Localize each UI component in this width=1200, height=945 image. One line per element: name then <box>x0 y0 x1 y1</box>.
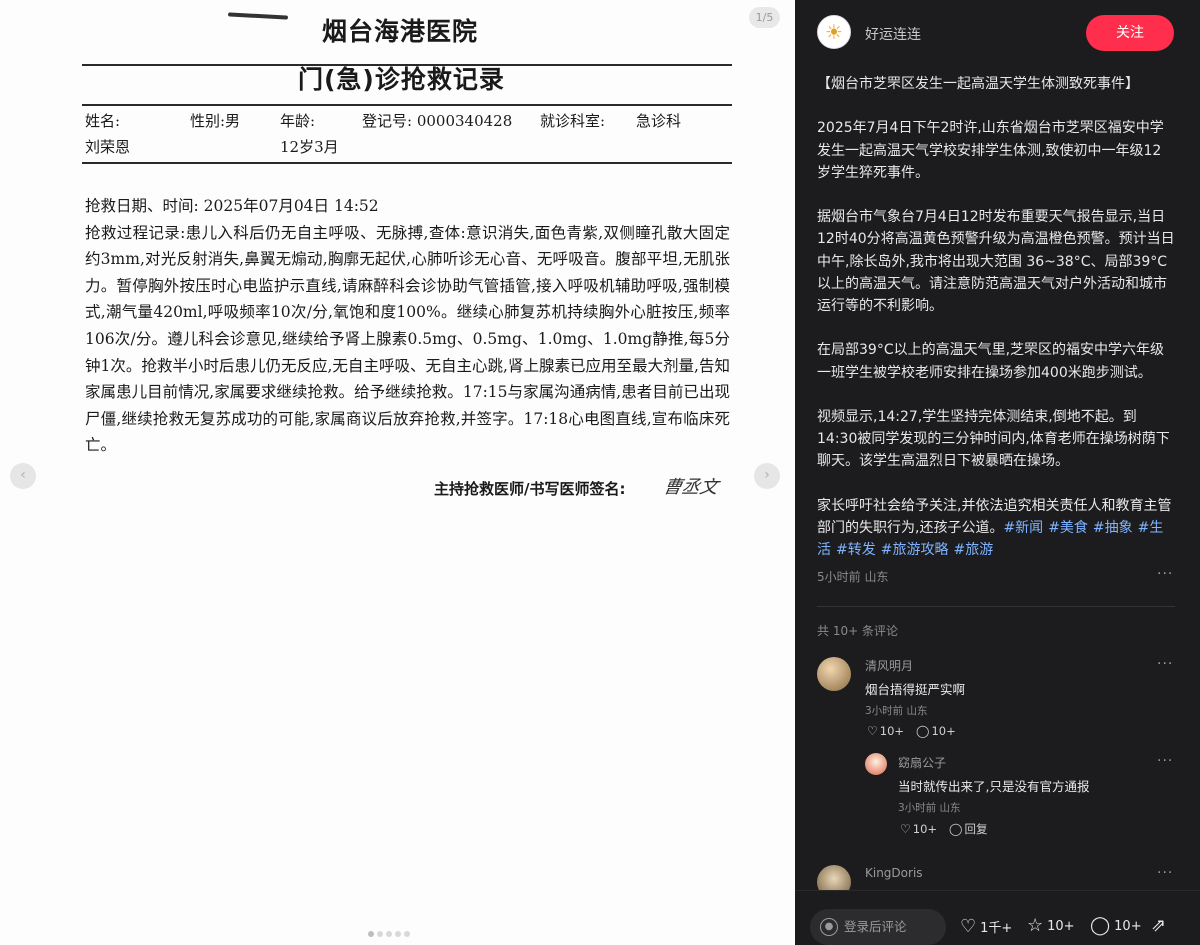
sun-icon: ☀ <box>825 20 843 44</box>
share-button[interactable]: ⇗ <box>1151 917 1166 935</box>
department-value: 急诊科 <box>636 112 682 130</box>
pagination-dot[interactable] <box>386 931 392 937</box>
section-divider <box>817 606 1175 607</box>
comment-placeholder: 登录后评论 <box>844 919 907 934</box>
pagination-dot[interactable] <box>404 931 410 937</box>
post-panel: ☀ 好运连连 关注 【烟台市芝罘区发生一起高温天学生体测致死事件】 2025年7… <box>795 0 1200 945</box>
image-pagination-dots <box>368 931 410 937</box>
user-icon: ● <box>820 918 838 936</box>
chevron-right-icon: › <box>764 467 770 483</box>
hashtag-link[interactable]: #旅游 <box>953 542 993 558</box>
commenter-name[interactable]: 窈扇公子 <box>898 754 946 771</box>
comments-count: 共 10+ 条评论 <box>817 624 898 638</box>
hashtag-link[interactable]: #抽象 <box>1093 520 1133 536</box>
signature-label: 主持抢救医师/书写医师签名: <box>434 480 626 498</box>
like-count: 10+ <box>912 822 938 836</box>
comment-bubble-icon: ◯ <box>949 822 963 836</box>
comment-post-button[interactable]: ◯ 10+ <box>1090 917 1142 935</box>
post-paragraph: 2025年7月4日下午2时许,山东省烟台市芝罘区福安中学发生一起高温天气学校安排… <box>817 120 1164 181</box>
post-favorite-count: 10+ <box>1047 918 1075 934</box>
hashtag-link[interactable]: #新闻 <box>1003 520 1043 536</box>
divider-line <box>82 162 732 164</box>
divider-line <box>82 104 732 106</box>
age-value: 12岁3月 <box>280 138 339 156</box>
heart-icon: ♡ <box>867 724 878 738</box>
hashtag-link[interactable]: #美食 <box>1048 520 1088 536</box>
post-comment-count: 10+ <box>1114 918 1142 934</box>
post-paragraph: 在局部39°C以上的高温天气里,芝罘区的福安中学六年级一班学生被学校老师安排在操… <box>817 342 1165 381</box>
more-options-icon[interactable]: ··· <box>1157 865 1173 881</box>
favorite-post-button[interactable]: ☆ 10+ <box>1027 917 1075 935</box>
commenter-name[interactable]: 清风明月 <box>865 657 913 674</box>
post-meta: 5小时前 山东 <box>817 570 889 584</box>
like-post-button[interactable]: ♡ 1千+ <box>960 917 1012 936</box>
comment-text: 当时就传出来了,只是没有官方通报 <box>898 779 1090 794</box>
pagination-dot[interactable] <box>377 931 383 937</box>
record-process: 抢救过程记录:患儿入科后仍无自主呼吸、无脉搏,查体:意识消失,面色青紫,双侧瞳孔… <box>85 223 730 455</box>
pagination-dot[interactable] <box>395 931 401 937</box>
record-date: 抢救日期、时间: 2025年07月04日 14:52 <box>85 197 379 215</box>
reply-button[interactable]: ◯ 10+ <box>916 724 956 738</box>
reply-count: 10+ <box>931 724 956 738</box>
comment-actions: ♡ 10+ ◯ 回复 <box>900 821 987 837</box>
prev-image-button[interactable]: ‹ <box>10 463 36 489</box>
image-viewer[interactable]: 烟台海港医院 门(急)诊抢救记录 姓名: 性别:男 年龄: 登记号: 00003… <box>0 0 795 945</box>
commenter-avatar[interactable] <box>817 657 851 691</box>
name-label: 姓名: <box>85 112 121 130</box>
commenter-avatar[interactable] <box>865 753 887 775</box>
post-like-count: 1千+ <box>980 921 1013 936</box>
post-paragraph: 【烟台市芝罘区发生一起高温天学生体测致死事件】 <box>817 76 1139 92</box>
chevron-left-icon: ‹ <box>20 467 26 483</box>
star-icon: ☆ <box>1027 915 1044 936</box>
share-icon: ⇗ <box>1151 915 1167 936</box>
image-counter: 1/5 <box>749 7 780 28</box>
hashtag-link[interactable]: #转发 <box>836 542 876 558</box>
comment-meta: 3小时前 山东 <box>898 802 961 814</box>
comment-bubble-icon: ◯ <box>1090 915 1111 936</box>
next-image-button[interactable]: › <box>754 463 780 489</box>
comment-actions: ♡ 10+ ◯ 10+ <box>867 724 956 738</box>
reply-label: 回复 <box>964 822 988 836</box>
bottom-action-bar: ● 登录后评论 ♡ 1千+ ☆ 10+ ◯ 10+ ⇗ <box>795 890 1200 945</box>
more-options-icon[interactable]: ··· <box>1157 656 1173 672</box>
comment-meta: 3小时前 山东 <box>865 705 928 717</box>
comment-input[interactable]: ● 登录后评论 <box>810 909 946 945</box>
like-button[interactable]: ♡ 10+ <box>900 822 937 836</box>
commenter-name[interactable]: KingDoris <box>865 866 923 880</box>
record-body: 抢救日期、时间: 2025年07月04日 14:52 抢救过程记录:患儿入科后仍… <box>85 193 730 459</box>
more-options-icon[interactable]: ··· <box>1157 753 1173 769</box>
age-label: 年龄: <box>280 112 316 130</box>
pen-mark <box>227 12 289 20</box>
handwritten-signature: 曹丞文 <box>661 477 720 498</box>
like-button[interactable]: ♡ 10+ <box>867 724 904 738</box>
author-avatar[interactable]: ☀ <box>817 15 851 49</box>
registration-number: 登记号: 0000340428 <box>362 112 513 130</box>
hashtag-link[interactable]: #旅游攻略 <box>881 542 949 558</box>
post-content: 【烟台市芝罘区发生一起高温天学生体测致死事件】 2025年7月4日下午2时许,山… <box>817 73 1175 584</box>
document-title: 门(急)诊抢救记录 <box>298 65 505 94</box>
comment-text: 烟台捂得挺严实啊 <box>865 682 966 697</box>
department-label: 就诊科室: <box>540 112 606 130</box>
pagination-dot[interactable] <box>368 931 374 937</box>
heart-icon: ♡ <box>960 915 977 937</box>
author-name[interactable]: 好运连连 <box>865 24 921 44</box>
follow-button[interactable]: 关注 <box>1086 15 1174 51</box>
post-paragraph: 视频显示,14:27,学生坚持完体测结束,倒地不起。到14:30被同学发现的三分… <box>817 408 1170 470</box>
name-value: 刘荣恩 <box>85 138 131 156</box>
reply-button[interactable]: ◯ 回复 <box>949 821 987 837</box>
heart-icon: ♡ <box>900 822 911 836</box>
like-count: 10+ <box>879 724 905 738</box>
post-paragraph-final: 家长呼吁社会给予关注,并依法追究相关责任人和教育主管部门的失职行为,还孩子公道。… <box>817 495 1175 562</box>
post-paragraph: 据烟台市气象台7月4日12时发布重要天气报告显示,当日12时40分将高温黄色预警… <box>817 209 1175 314</box>
hospital-name: 烟台海港医院 <box>322 17 479 46</box>
comment-bubble-icon: ◯ <box>916 724 930 738</box>
more-options-icon[interactable]: ··· <box>1157 566 1173 582</box>
gender-field: 性别:男 <box>190 112 241 130</box>
